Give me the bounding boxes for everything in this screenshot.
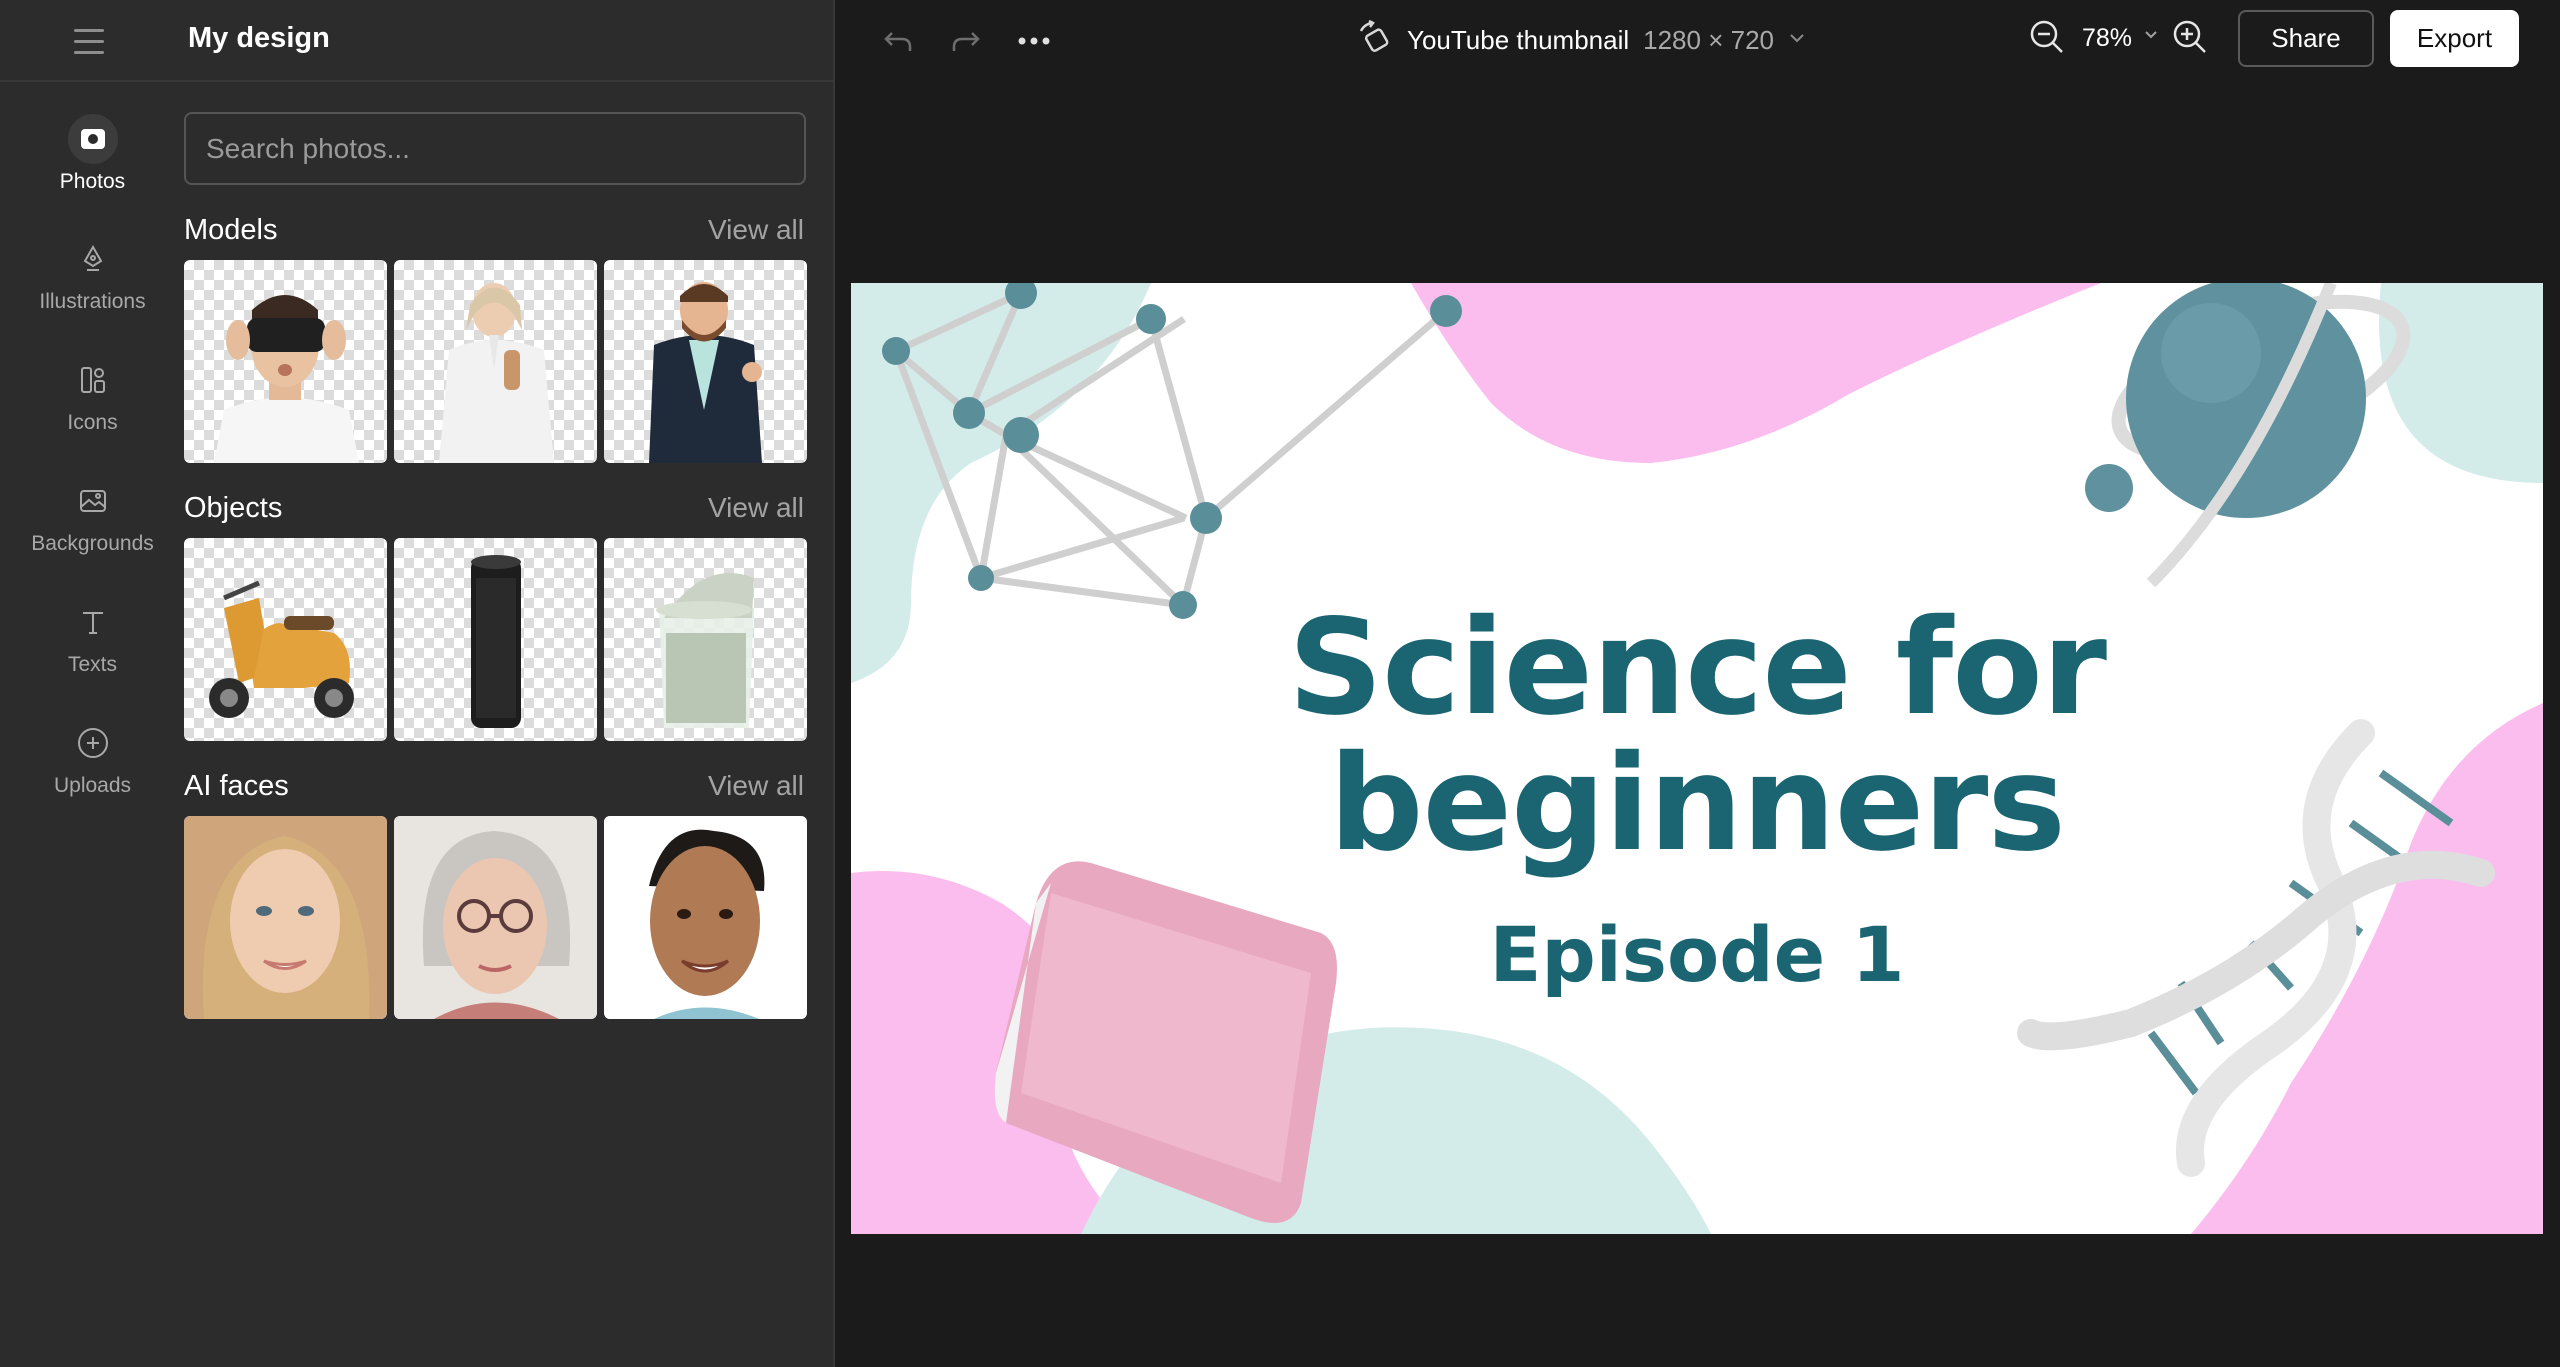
text-icon: [68, 597, 118, 647]
photo-thumb-money-jar[interactable]: [604, 538, 807, 741]
photo-thumb-woman-bathrobe[interactable]: [394, 260, 597, 463]
zoom-in-icon[interactable]: [2171, 18, 2209, 61]
chevron-down-icon[interactable]: [1788, 31, 1806, 49]
rail-item-icons[interactable]: Icons: [0, 325, 185, 435]
view-all-objects-link[interactable]: View all: [708, 492, 804, 524]
left-panel: My design Photos Illustrations Icons Bac…: [0, 0, 835, 1367]
rail-item-illustrations[interactable]: Illustrations: [0, 204, 185, 314]
photo-thumb-man-thumbs-up[interactable]: [604, 260, 807, 463]
document-size: 1280 × 720: [1643, 24, 1774, 55]
menu-icon[interactable]: [74, 22, 112, 60]
rail-label: Illustrations: [39, 290, 146, 313]
photo-thumb-elderly-woman[interactable]: [394, 816, 597, 1019]
resize-icon[interactable]: [1355, 19, 1393, 62]
design-canvas[interactable]: Science for beginners Episode 1: [851, 283, 2543, 1234]
design-title[interactable]: My design: [188, 22, 330, 55]
section-title-ai-faces: AI faces: [184, 770, 289, 802]
zoom-level[interactable]: 78%: [2082, 24, 2132, 53]
canvas-subtitle[interactable]: Episode 1: [851, 915, 2543, 995]
rail-label: Uploads: [53, 774, 132, 797]
planet-illustration: [2085, 283, 2411, 588]
export-button[interactable]: Export: [2390, 10, 2519, 67]
rail-item-uploads[interactable]: Uploads: [0, 688, 185, 798]
rail-item-backgrounds[interactable]: Backgrounds: [0, 446, 185, 556]
zoom-out-icon[interactable]: [2028, 18, 2066, 61]
rail-label: Texts: [67, 653, 117, 676]
document-info[interactable]: YouTube thumbnail 1280 × 720: [1355, 18, 1806, 62]
photo-icon: [67, 114, 118, 164]
pen-nib-icon: [68, 234, 118, 284]
view-all-ai-faces-link[interactable]: View all: [708, 770, 804, 802]
image-icon: [68, 476, 118, 526]
shapes-icon: [68, 355, 118, 405]
more-options-icon[interactable]: [1013, 20, 1055, 62]
canvas-title-line1[interactable]: Science for: [851, 601, 2543, 735]
photo-thumb-blonde-woman[interactable]: [184, 816, 387, 1019]
rail-item-texts[interactable]: Texts: [0, 567, 185, 677]
view-all-models-link[interactable]: View all: [708, 214, 804, 246]
rail-item-photos[interactable]: Photos: [0, 84, 185, 194]
search-input[interactable]: [184, 112, 806, 185]
section-title-objects: Objects: [184, 492, 283, 524]
redo-icon[interactable]: [945, 20, 987, 62]
share-button[interactable]: Share: [2238, 10, 2374, 67]
photo-thumb-smart-speaker[interactable]: [394, 538, 597, 741]
panel-header: My design: [0, 0, 833, 82]
top-toolbar: YouTube thumbnail 1280 × 720 78% Share E…: [835, 0, 2560, 82]
document-name: YouTube thumbnail: [1407, 24, 1630, 55]
undo-icon[interactable]: [877, 20, 919, 62]
photo-thumb-man-vr[interactable]: [184, 260, 387, 463]
rail-label: Photos: [59, 170, 126, 193]
photo-thumb-young-man[interactable]: [604, 816, 807, 1019]
zoom-chevron-icon[interactable]: [2143, 28, 2159, 46]
section-title-models: Models: [184, 214, 278, 246]
plus-circle-icon: [68, 718, 118, 768]
photo-thumb-scooter[interactable]: [184, 538, 387, 741]
rail-label: Icons: [67, 411, 118, 434]
rail-label: Backgrounds: [31, 532, 154, 555]
canvas-title-line2[interactable]: beginners: [851, 737, 2543, 871]
